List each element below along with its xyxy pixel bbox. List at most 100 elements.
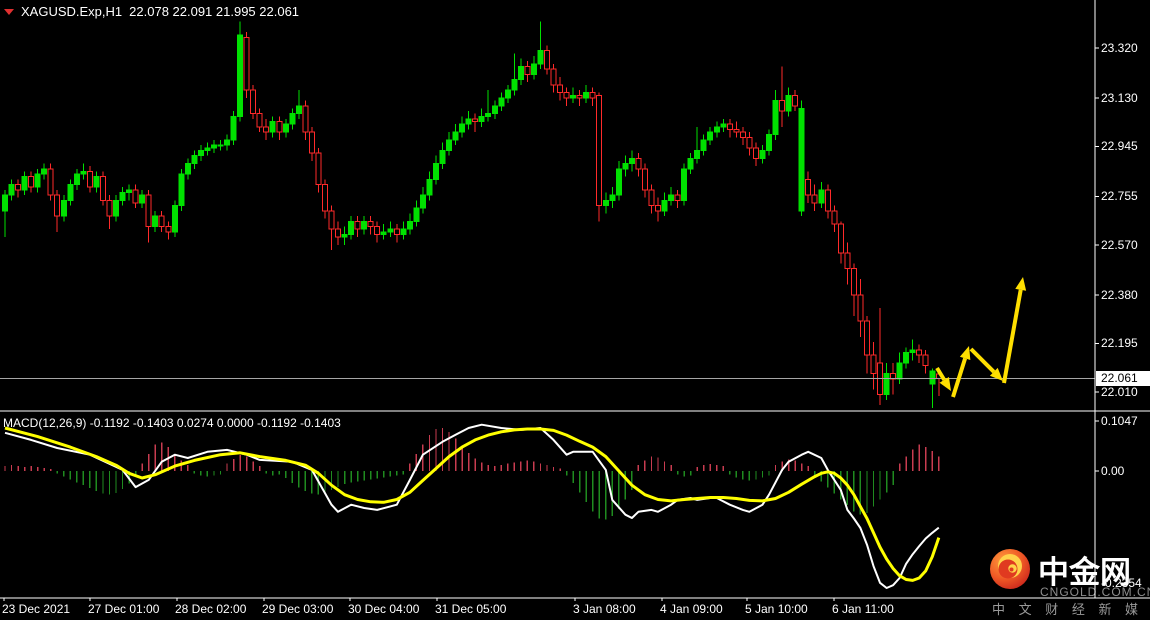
bull-candle-body bbox=[537, 50, 544, 65]
symbol-name: XAGUSD.Exp,H1 bbox=[21, 4, 123, 19]
bull-candle-body bbox=[426, 178, 433, 196]
time-tick-label: 6 Jan 11:00 bbox=[832, 602, 894, 616]
bear-candle-body bbox=[563, 92, 570, 99]
forecast-arrow-head bbox=[1015, 277, 1027, 291]
bear-candle-body bbox=[890, 373, 897, 380]
bear-candle-body bbox=[276, 121, 283, 133]
bear-candle-body bbox=[863, 320, 870, 356]
bull-candle-body bbox=[583, 92, 590, 99]
bull-candle-body bbox=[602, 199, 609, 207]
time-tick-label: 23 Dec 2021 bbox=[2, 602, 71, 616]
bull-candle-body bbox=[759, 149, 766, 159]
time-tick-label: 4 Jan 09:00 bbox=[660, 602, 723, 616]
bull-candle-body bbox=[400, 228, 407, 235]
bull-candle-body bbox=[772, 100, 779, 136]
bear-candle-body bbox=[674, 194, 681, 201]
bear-candle-body bbox=[831, 210, 838, 225]
bull-candle-body bbox=[348, 220, 355, 235]
bull-candle-body bbox=[720, 123, 727, 128]
bull-candle-body bbox=[700, 139, 707, 151]
bear-candle-body bbox=[243, 36, 250, 91]
price-tick-label: 22.755 bbox=[1101, 189, 1138, 204]
bear-candle-body bbox=[596, 94, 603, 207]
bull-candle-body bbox=[152, 215, 159, 228]
bull-candle-body bbox=[713, 126, 720, 133]
price-axis[interactable]: 23.320 23.130 22.945 22.755 22.570 22.380 22.1… bbox=[1096, 0, 1150, 598]
bull-candle-body bbox=[2, 194, 8, 212]
time-tick-label: 31 Dec 05:00 bbox=[435, 602, 507, 616]
bull-candle-body bbox=[909, 349, 916, 354]
price-tick-label: 23.320 bbox=[1101, 41, 1138, 55]
bear-candle-body bbox=[844, 252, 851, 270]
bear-candle-body bbox=[746, 136, 753, 149]
bull-candle-body bbox=[818, 189, 825, 204]
bear-candle-body bbox=[635, 157, 642, 170]
bull-candle-body bbox=[511, 79, 518, 91]
bull-candle-body bbox=[269, 121, 276, 133]
macd-signal-line bbox=[4, 426, 941, 582]
macd-indicator-label: MACD(12,26,9) -0.1192 -0.1403 0.0274 0.0… bbox=[3, 416, 341, 430]
time-tick-label: 28 Dec 02:00 bbox=[175, 602, 247, 616]
macd-tick-label: -0.2354 bbox=[1101, 576, 1142, 590]
forecast-arrow-shaft bbox=[1002, 289, 1023, 384]
bear-candle-body bbox=[824, 189, 831, 212]
bull-candle-body bbox=[452, 131, 459, 141]
bull-candle-body bbox=[570, 94, 577, 99]
bull-candle-body bbox=[230, 115, 237, 141]
bear-candle-body bbox=[315, 152, 322, 186]
symbol-ohlc-quote: 22.078 22.091 21.995 22.061 bbox=[129, 4, 300, 19]
bull-candle-body bbox=[766, 134, 773, 151]
bull-candle-body bbox=[530, 63, 537, 75]
bear-candle-body bbox=[132, 189, 139, 204]
bull-candle-body bbox=[67, 184, 74, 201]
bull-candle-body bbox=[446, 139, 453, 151]
bull-candle-body bbox=[413, 207, 420, 222]
bull-candle-body bbox=[432, 163, 439, 180]
bull-candle-body bbox=[491, 105, 498, 115]
bull-candle-body bbox=[73, 173, 80, 186]
price-tick-label: 22.945 bbox=[1101, 139, 1138, 154]
trading-chart-window: 中金网 CNGOLD.COM.CN 中 文 财 经 新 媒 体 XAGUSD.E… bbox=[0, 0, 1150, 620]
bear-candle-body bbox=[811, 194, 818, 204]
price-tick-label: 22.195 bbox=[1101, 336, 1138, 351]
bull-candle-body bbox=[517, 65, 524, 81]
bull-candle-body bbox=[113, 199, 120, 217]
chart-canvas[interactable] bbox=[0, 0, 1150, 620]
bull-candle-body bbox=[628, 157, 635, 165]
bull-candle-body bbox=[217, 144, 224, 147]
symbol-header: XAGUSD.Exp,H1 22.078 22.091 21.995 22.06… bbox=[4, 4, 299, 19]
bull-candle-body bbox=[459, 123, 466, 133]
bear-candle-body bbox=[28, 176, 35, 188]
bull-candle-body bbox=[687, 157, 694, 170]
symbol-dropdown-triangle-icon[interactable] bbox=[4, 8, 14, 15]
time-tick-label: 5 Jan 10:00 bbox=[745, 602, 808, 616]
bull-candle-body bbox=[387, 228, 394, 233]
bear-candle-body bbox=[321, 184, 328, 212]
bull-candle-body bbox=[668, 194, 675, 201]
bear-candle-body bbox=[15, 184, 22, 191]
bull-candle-body bbox=[60, 199, 67, 217]
bear-candle-body bbox=[86, 170, 93, 188]
bull-candle-body bbox=[8, 184, 15, 196]
bear-candle-body bbox=[543, 50, 550, 70]
bear-candle-body bbox=[354, 220, 361, 230]
bear-candle-body bbox=[106, 199, 113, 217]
bear-candle-body bbox=[302, 105, 309, 133]
bull-candle-body bbox=[204, 147, 211, 151]
time-axis[interactable]: 23 Dec 2021 27 Dec 01:00 28 Dec 02:00 29 De… bbox=[0, 601, 1150, 620]
bull-candle-body bbox=[485, 113, 492, 117]
bull-candle-body bbox=[681, 168, 688, 201]
bull-candle-body bbox=[504, 89, 511, 99]
time-tick-label: 27 Dec 01:00 bbox=[88, 602, 160, 616]
bull-candle-body bbox=[282, 123, 289, 133]
bear-candle-body bbox=[54, 194, 61, 217]
bear-candle-body bbox=[472, 118, 479, 123]
bear-candle-body bbox=[165, 226, 172, 233]
bear-candle-body bbox=[916, 349, 923, 356]
bear-candle-body bbox=[99, 176, 106, 201]
bull-candle-body bbox=[798, 107, 805, 212]
bull-candle-body bbox=[896, 362, 903, 380]
bull-candle-body bbox=[785, 94, 792, 112]
macd-tick-label: 0.1047 bbox=[1101, 414, 1138, 428]
bull-candle-body bbox=[406, 220, 413, 230]
